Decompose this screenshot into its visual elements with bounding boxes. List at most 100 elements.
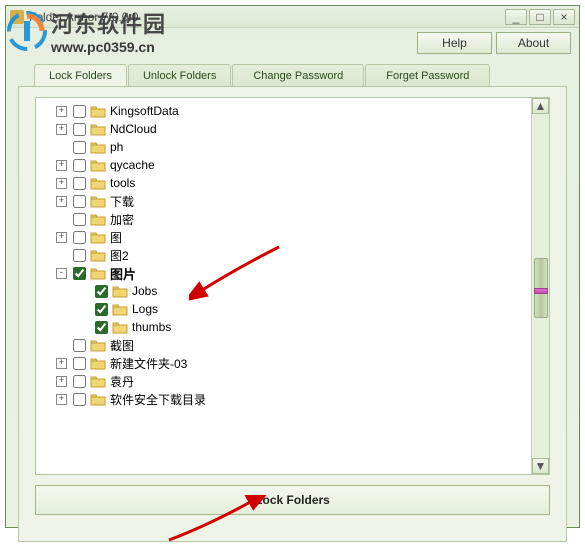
- tab-change-password[interactable]: Change Password: [232, 64, 364, 86]
- minimize-icon: _: [513, 10, 520, 24]
- folder-checkbox[interactable]: [73, 357, 86, 370]
- tree-row[interactable]: + qycache: [36, 156, 529, 174]
- scroll-down-button[interactable]: ▼: [532, 458, 549, 474]
- app-window: Folder Armor 7.0.0.0 _ □ × Help About Lo…: [5, 5, 580, 528]
- folder-checkbox[interactable]: [73, 159, 86, 172]
- tab-lock-folders[interactable]: Lock Folders: [34, 64, 127, 86]
- folder-icon: [112, 303, 128, 316]
- folder-checkbox[interactable]: [73, 105, 86, 118]
- tree-row[interactable]: thumbs: [36, 318, 529, 336]
- tree-row[interactable]: ph: [36, 138, 529, 156]
- folder-icon: [90, 393, 106, 406]
- folder-checkbox[interactable]: [73, 231, 86, 244]
- folder-checkbox[interactable]: [73, 393, 86, 406]
- folder-label: 新建文件夹-03: [110, 355, 187, 372]
- folder-checkbox[interactable]: [95, 321, 108, 334]
- expand-icon[interactable]: +: [56, 394, 67, 405]
- folder-label: 袁丹: [110, 373, 134, 390]
- app-icon: [10, 10, 24, 24]
- folder-checkbox[interactable]: [95, 285, 108, 298]
- folder-label: Jobs: [132, 284, 157, 298]
- folder-label: 下载: [110, 193, 134, 210]
- tree-row[interactable]: 加密: [36, 210, 529, 228]
- tree-row[interactable]: 截图: [36, 336, 529, 354]
- tree-row[interactable]: + tools: [36, 174, 529, 192]
- folder-icon: [90, 159, 106, 172]
- folder-checkbox[interactable]: [73, 141, 86, 154]
- maximize-icon: □: [536, 10, 543, 24]
- folder-icon: [90, 249, 106, 262]
- folder-checkbox[interactable]: [73, 249, 86, 262]
- tree-row[interactable]: + 新建文件夹-03: [36, 354, 529, 372]
- minimize-button[interactable]: _: [505, 9, 527, 25]
- folder-checkbox[interactable]: [73, 213, 86, 226]
- folder-label: 图片: [110, 264, 136, 283]
- folder-label: tools: [110, 176, 135, 190]
- chevron-up-icon: ▲: [535, 99, 547, 113]
- folder-label: ph: [110, 140, 123, 154]
- folder-label: qycache: [110, 158, 155, 172]
- folder-icon: [90, 375, 106, 388]
- folder-icon: [90, 195, 106, 208]
- expand-icon[interactable]: +: [56, 106, 67, 117]
- top-toolbar: Help About: [6, 28, 579, 58]
- scrollbar-marker: [534, 288, 548, 294]
- folder-icon: [90, 267, 106, 280]
- folder-tree-container: + KingsoftData + NdCloud ph + qycache + tools + 下载…: [35, 97, 550, 475]
- folder-icon: [90, 231, 106, 244]
- folder-checkbox[interactable]: [73, 375, 86, 388]
- tree-row[interactable]: Jobs: [36, 282, 529, 300]
- tree-row[interactable]: Logs: [36, 300, 529, 318]
- tree-row[interactable]: + 软件安全下载目录: [36, 390, 529, 408]
- window-title: Folder Armor 7.0.0.0: [29, 10, 503, 24]
- expand-icon[interactable]: +: [56, 124, 67, 135]
- tree-row[interactable]: +图: [36, 228, 529, 246]
- expand-icon[interactable]: +: [56, 376, 67, 387]
- folder-icon: [90, 141, 106, 154]
- tree-row[interactable]: - 图片: [36, 264, 529, 282]
- chevron-down-icon: ▼: [535, 459, 547, 473]
- folder-checkbox[interactable]: [73, 339, 86, 352]
- tab-forget-password[interactable]: Forget Password: [365, 64, 490, 86]
- folder-checkbox[interactable]: [73, 177, 86, 190]
- help-button[interactable]: Help: [417, 32, 492, 54]
- tree-row[interactable]: + NdCloud: [36, 120, 529, 138]
- folder-icon: [90, 213, 106, 226]
- folder-icon: [90, 105, 106, 118]
- expand-icon[interactable]: +: [56, 196, 67, 207]
- tab-unlock-folders[interactable]: Unlock Folders: [128, 64, 231, 86]
- close-icon: ×: [560, 10, 567, 24]
- collapse-icon[interactable]: -: [56, 268, 67, 279]
- folder-icon: [90, 339, 106, 352]
- folder-label: thumbs: [132, 320, 171, 334]
- folder-label: KingsoftData: [110, 104, 179, 118]
- folder-checkbox[interactable]: [73, 195, 86, 208]
- expand-icon[interactable]: +: [56, 358, 67, 369]
- close-button[interactable]: ×: [553, 9, 575, 25]
- tree-row[interactable]: 图2: [36, 246, 529, 264]
- folder-label: 加密: [110, 211, 134, 228]
- expand-icon[interactable]: +: [56, 232, 67, 243]
- folder-checkbox[interactable]: [73, 123, 86, 136]
- folder-icon: [90, 177, 106, 190]
- tree-row[interactable]: + KingsoftData: [36, 102, 529, 120]
- expand-icon[interactable]: +: [56, 178, 67, 189]
- folder-icon: [112, 285, 128, 298]
- folder-checkbox[interactable]: [95, 303, 108, 316]
- titlebar: Folder Armor 7.0.0.0 _ □ ×: [6, 6, 579, 28]
- folder-label: 截图: [110, 337, 134, 354]
- lock-folders-button[interactable]: Lock Folders: [35, 485, 550, 515]
- tree-row[interactable]: + 袁丹: [36, 372, 529, 390]
- folder-icon: [90, 357, 106, 370]
- folder-label: 图2: [110, 247, 129, 264]
- scroll-up-button[interactable]: ▲: [532, 98, 549, 114]
- tree-row[interactable]: + 下载: [36, 192, 529, 210]
- vertical-scrollbar[interactable]: ▲ ▼: [531, 98, 549, 474]
- about-button[interactable]: About: [496, 32, 571, 54]
- folder-label: NdCloud: [110, 122, 157, 136]
- folder-tree[interactable]: + KingsoftData + NdCloud ph + qycache + tools + 下载…: [36, 98, 529, 474]
- maximize-button[interactable]: □: [529, 9, 551, 25]
- expand-icon[interactable]: +: [56, 160, 67, 171]
- folder-label: 软件安全下载目录: [110, 391, 206, 408]
- folder-checkbox[interactable]: [73, 267, 86, 280]
